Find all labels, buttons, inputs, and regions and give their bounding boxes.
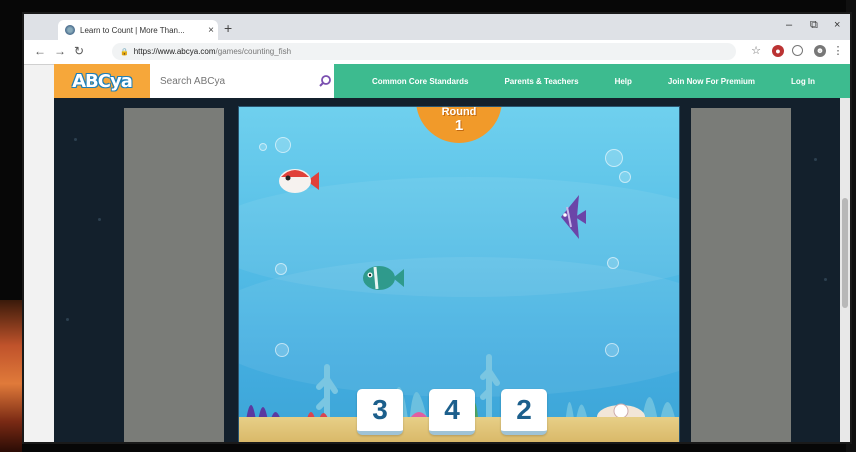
round-number: 1 <box>454 117 464 134</box>
kebab-menu-icon[interactable]: ⋮ <box>832 45 844 57</box>
lock-icon: 🔒 <box>120 48 129 56</box>
background-dot <box>98 218 101 221</box>
minimize-button[interactable]: – <box>786 19 792 31</box>
purple-angelfish-icon[interactable] <box>557 193 587 241</box>
nav-common-core[interactable]: Common Core Standards <box>372 77 468 86</box>
globe-icon <box>65 25 75 35</box>
nav-parents-teachers[interactable]: Parents & Teachers <box>504 77 578 86</box>
nav-join-premium[interactable]: Join Now For Premium <box>668 77 755 86</box>
new-tab-button[interactable]: + <box>224 20 232 36</box>
logo-link[interactable]: ABCya <box>54 64 150 98</box>
search-icon[interactable] <box>318 74 332 88</box>
nav-log-in[interactable]: Log In <box>791 77 815 86</box>
background-dot <box>824 278 827 281</box>
bubble <box>607 257 619 269</box>
background-dot <box>74 138 77 141</box>
round-badge: Round 1 <box>416 107 502 143</box>
page-scrollbar[interactable] <box>840 98 850 442</box>
bubble <box>275 137 291 153</box>
account-icon[interactable]: ☻ <box>814 45 826 57</box>
reload-icon[interactable]: ↻ <box>74 44 84 58</box>
photo-edge-decoration <box>0 300 22 452</box>
extension-icon[interactable]: ● <box>772 45 784 57</box>
answer-choice-button[interactable]: 2 <box>501 389 547 435</box>
browser-tab[interactable]: Learn to Count | More Than... × <box>58 20 218 40</box>
forward-arrow-icon[interactable]: → <box>54 44 66 58</box>
back-arrow-icon[interactable]: ← <box>34 44 46 58</box>
site-nav: Common Core Standards Parents & Teachers… <box>334 64 815 98</box>
extension-circle-icon[interactable] <box>792 45 803 56</box>
address-bar-row: ← → ↻ 🔒 https://www.abcya.com/games/coun… <box>24 40 850 65</box>
bubble <box>619 171 631 183</box>
close-window-button[interactable]: × <box>834 19 840 31</box>
answer-choice-button[interactable]: 4 <box>429 389 475 435</box>
search-input[interactable] <box>158 74 312 88</box>
answer-choice-button[interactable]: 3 <box>357 389 403 435</box>
url-path: /games/counting_fish <box>215 47 292 56</box>
search-box <box>150 64 334 98</box>
abcya-logo: ABCya <box>72 70 133 92</box>
nav-help[interactable]: Help <box>615 77 632 86</box>
background-dot <box>66 318 69 321</box>
page-body: Round 1 3 4 2 <box>54 98 850 442</box>
scrollbar-thumb[interactable] <box>842 198 848 308</box>
ad-slot-right <box>691 108 791 442</box>
tab-bar: Learn to Count | More Than... × + – ⧉ × <box>24 14 850 40</box>
ad-slot-left <box>124 108 224 442</box>
tab-title: Learn to Count | More Than... <box>80 25 185 35</box>
url-host: https://www.abcya.com <box>133 47 216 56</box>
tab-close-icon[interactable]: × <box>204 25 218 36</box>
bookmark-star-icon[interactable]: ☆ <box>750 45 762 57</box>
bubble <box>259 143 267 151</box>
background-dot <box>814 158 817 161</box>
url-bar[interactable]: 🔒 https://www.abcya.com/games/counting_f… <box>112 43 736 60</box>
site-header: ABCya Common Core Standards Parents & Te… <box>54 64 850 98</box>
bubble <box>275 263 287 275</box>
maximize-button[interactable]: ⧉ <box>810 19 818 32</box>
browser-window: Learn to Count | More Than... × + – ⧉ × … <box>22 12 852 444</box>
bubble <box>605 149 623 167</box>
game-canvas[interactable]: Round 1 3 4 2 <box>238 106 680 442</box>
red-white-fish-icon[interactable] <box>277 167 321 195</box>
